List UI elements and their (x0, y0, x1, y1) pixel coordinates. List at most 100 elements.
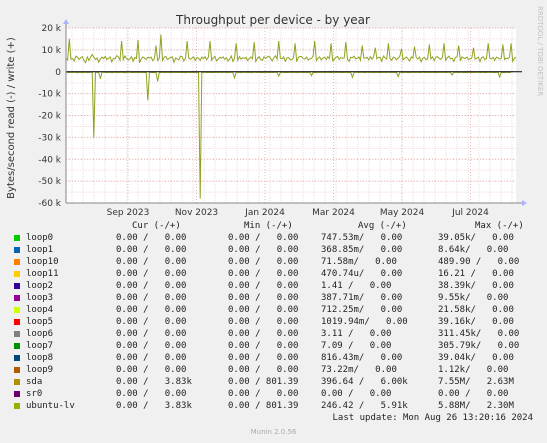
legend-max-value: 8.64k/ 0.00 (438, 245, 509, 255)
y-tick-label: -60 k (38, 199, 62, 209)
legend-avg-value: 368.85m/ 0.00 (321, 245, 403, 255)
last-update: Last update: Mon Aug 26 13:20:16 2024 (332, 413, 533, 423)
legend-swatch (14, 247, 20, 253)
y-axis-label: Bytes/second read (-) / write (+) (6, 37, 17, 199)
legend-max-value: 7.55M/ 2.63M (438, 377, 514, 387)
legend-avg-value: 0.00 / 0.00 (321, 389, 392, 399)
legend-series-name: sr0 (26, 389, 43, 399)
legend-min-value: 0.00 / 0.00 (228, 341, 299, 351)
legend-header-cur: Cur (-/+) (132, 221, 181, 231)
rrdtool-watermark: RRDTOOL / TOBI OETIKER (536, 6, 544, 96)
legend-swatch (14, 343, 20, 349)
legend-cur-value: 0.00 / 0.00 (116, 281, 187, 291)
legend-avg-value: 387.71m/ 0.00 (321, 293, 403, 303)
legend-cur-value: 0.00 / 0.00 (116, 365, 187, 375)
legend-series-name: loop5 (26, 317, 54, 327)
legend-series-name: loop3 (26, 293, 54, 303)
legend-row: loop11 0.00 / 0.00 0.00 / 0.00 470.74u/ 0.0… (12, 269, 537, 281)
legend-header-min: Min (-/+) (244, 221, 293, 231)
legend-cur-value: 0.00 / 3.83k (116, 401, 192, 411)
legend-min-value: 0.00 / 0.00 (228, 365, 299, 375)
legend-min-value: 0.00 / 0.00 (228, 353, 299, 363)
legend-cur-value: 0.00 / 0.00 (116, 257, 187, 267)
y-tick-label: 10 k (41, 46, 61, 56)
legend-avg-value: 470.74u/ 0.00 (321, 269, 403, 279)
legend-avg-value: 816.43m/ 0.00 (321, 353, 403, 363)
x-tick-label: Nov 2023 (175, 208, 218, 218)
legend-swatch (14, 271, 20, 277)
x-tick-label: Jul 2024 (451, 208, 489, 218)
legend-min-value: 0.00 / 0.00 (228, 233, 299, 243)
legend-max-value: 1.12k/ 0.00 (438, 365, 509, 375)
legend-cur-value: 0.00 / 0.00 (116, 233, 187, 243)
legend-min-value: 0.00 / 0.00 (228, 257, 299, 267)
legend-avg-value: 396.64 / 6.00k (321, 377, 408, 387)
y-tick-label: -40 k (38, 155, 62, 165)
legend-cur-value: 0.00 / 3.83k (116, 377, 192, 387)
legend-swatch (14, 295, 20, 301)
legend-swatch (14, 235, 20, 241)
legend-max-value: 489.90 / 0.00 (438, 257, 520, 267)
legend-cur-value: 0.00 / 0.00 (116, 305, 187, 315)
legend-header-max: Max (-/+) (475, 221, 524, 231)
legend-swatch (14, 319, 20, 325)
legend-min-value: 0.00 / 0.00 (228, 245, 299, 255)
legend-avg-value: 1019.94m/ 0.00 (321, 317, 408, 327)
legend-avg-value: 7.09 / 0.00 (321, 341, 392, 351)
legend-max-value: 311.45k/ 0.00 (438, 329, 520, 339)
x-tick-label: Jan 2024 (244, 208, 285, 218)
legend-min-value: 0.00 / 801.39 (228, 401, 299, 411)
legend-row: loop8 0.00 / 0.00 0.00 / 0.00 816.43m/ 0.00… (12, 353, 537, 365)
legend-max-value: 5.88M/ 2.30M (438, 401, 514, 411)
legend-min-value: 0.00 / 0.00 (228, 269, 299, 279)
legend-row: loop7 0.00 / 0.00 0.00 / 0.00 7.09 / 0.00 30… (12, 341, 537, 353)
legend-max-value: 16.21 / 0.00 (438, 269, 514, 279)
legend-min-value: 0.00 / 0.00 (228, 305, 299, 315)
munin-version: Munin 2.0.56 (250, 428, 297, 436)
legend-min-value: 0.00 / 0.00 (228, 281, 299, 291)
legend-max-value: 39.04k/ 0.00 (438, 353, 514, 363)
legend-cur-value: 0.00 / 0.00 (116, 293, 187, 303)
legend-swatch (14, 259, 20, 265)
legend-swatch (14, 403, 20, 409)
legend-avg-value: 71.58m/ 0.00 (321, 257, 397, 267)
legend-cur-value: 0.00 / 0.00 (116, 341, 187, 351)
x-tick-label: May 2024 (380, 208, 425, 218)
throughput-chart: Throughput per device - by year Bytes/se… (0, 0, 547, 220)
legend-series-name: loop10 (26, 257, 59, 267)
legend-max-value: 0.00 / 0.00 (438, 389, 509, 399)
legend-avg-value: 712.25m/ 0.00 (321, 305, 403, 315)
legend-series-name: loop4 (26, 305, 54, 315)
legend-max-value: 39.16k/ 0.00 (438, 317, 514, 327)
legend-series-name: loop9 (26, 365, 54, 375)
y-tick-label: -30 k (38, 133, 62, 143)
legend-avg-value: 1.41 / 0.00 (321, 281, 392, 291)
legend-swatch (14, 331, 20, 337)
legend-row: loop5 0.00 / 0.00 0.00 / 0.00 1019.94m/ 0.0… (12, 317, 537, 329)
legend-max-value: 39.05k/ 0.00 (438, 233, 514, 243)
legend-cur-value: 0.00 / 0.00 (116, 353, 187, 363)
x-tick-label: Sep 2023 (107, 208, 150, 218)
legend-row: sda 0.00 / 3.83k 0.00 / 801.39 396.64 / 6.0… (12, 377, 537, 389)
legend-row: loop3 0.00 / 0.00 0.00 / 0.00 387.71m/ 0.00… (12, 293, 537, 305)
legend-avg-value: 747.53m/ 0.00 (321, 233, 403, 243)
y-tick-label: 0 (55, 68, 61, 78)
legend-min-value: 0.00 / 0.00 (228, 293, 299, 303)
x-tick-label: Mar 2024 (312, 208, 355, 218)
legend-cur-value: 0.00 / 0.00 (116, 389, 187, 399)
legend-cur-value: 0.00 / 0.00 (116, 269, 187, 279)
legend-avg-value: 246.42 / 5.91k (321, 401, 408, 411)
legend-swatch (14, 307, 20, 313)
legend-series-name: sda (26, 377, 43, 387)
legend-max-value: 21.58k/ 0.00 (438, 305, 514, 315)
legend-cur-value: 0.00 / 0.00 (116, 317, 187, 327)
legend-series-name: loop0 (26, 233, 54, 243)
legend-row: ubuntu-lv 0.00 / 3.83k 0.00 / 801.39 246.42… (12, 401, 537, 413)
legend-min-value: 0.00 / 801.39 (228, 377, 299, 387)
legend-swatch (14, 355, 20, 361)
legend-max-value: 9.55k/ 0.00 (438, 293, 509, 303)
legend-row: loop6 0.00 / 0.00 0.00 / 0.00 3.11 / 0.00 31… (12, 329, 537, 341)
legend-max-value: 305.79k/ 0.00 (438, 341, 520, 351)
legend-rows: loop0 0.00 / 0.00 0.00 / 0.00 747.53m/ 0.00… (12, 233, 537, 413)
legend-swatch (14, 391, 20, 397)
